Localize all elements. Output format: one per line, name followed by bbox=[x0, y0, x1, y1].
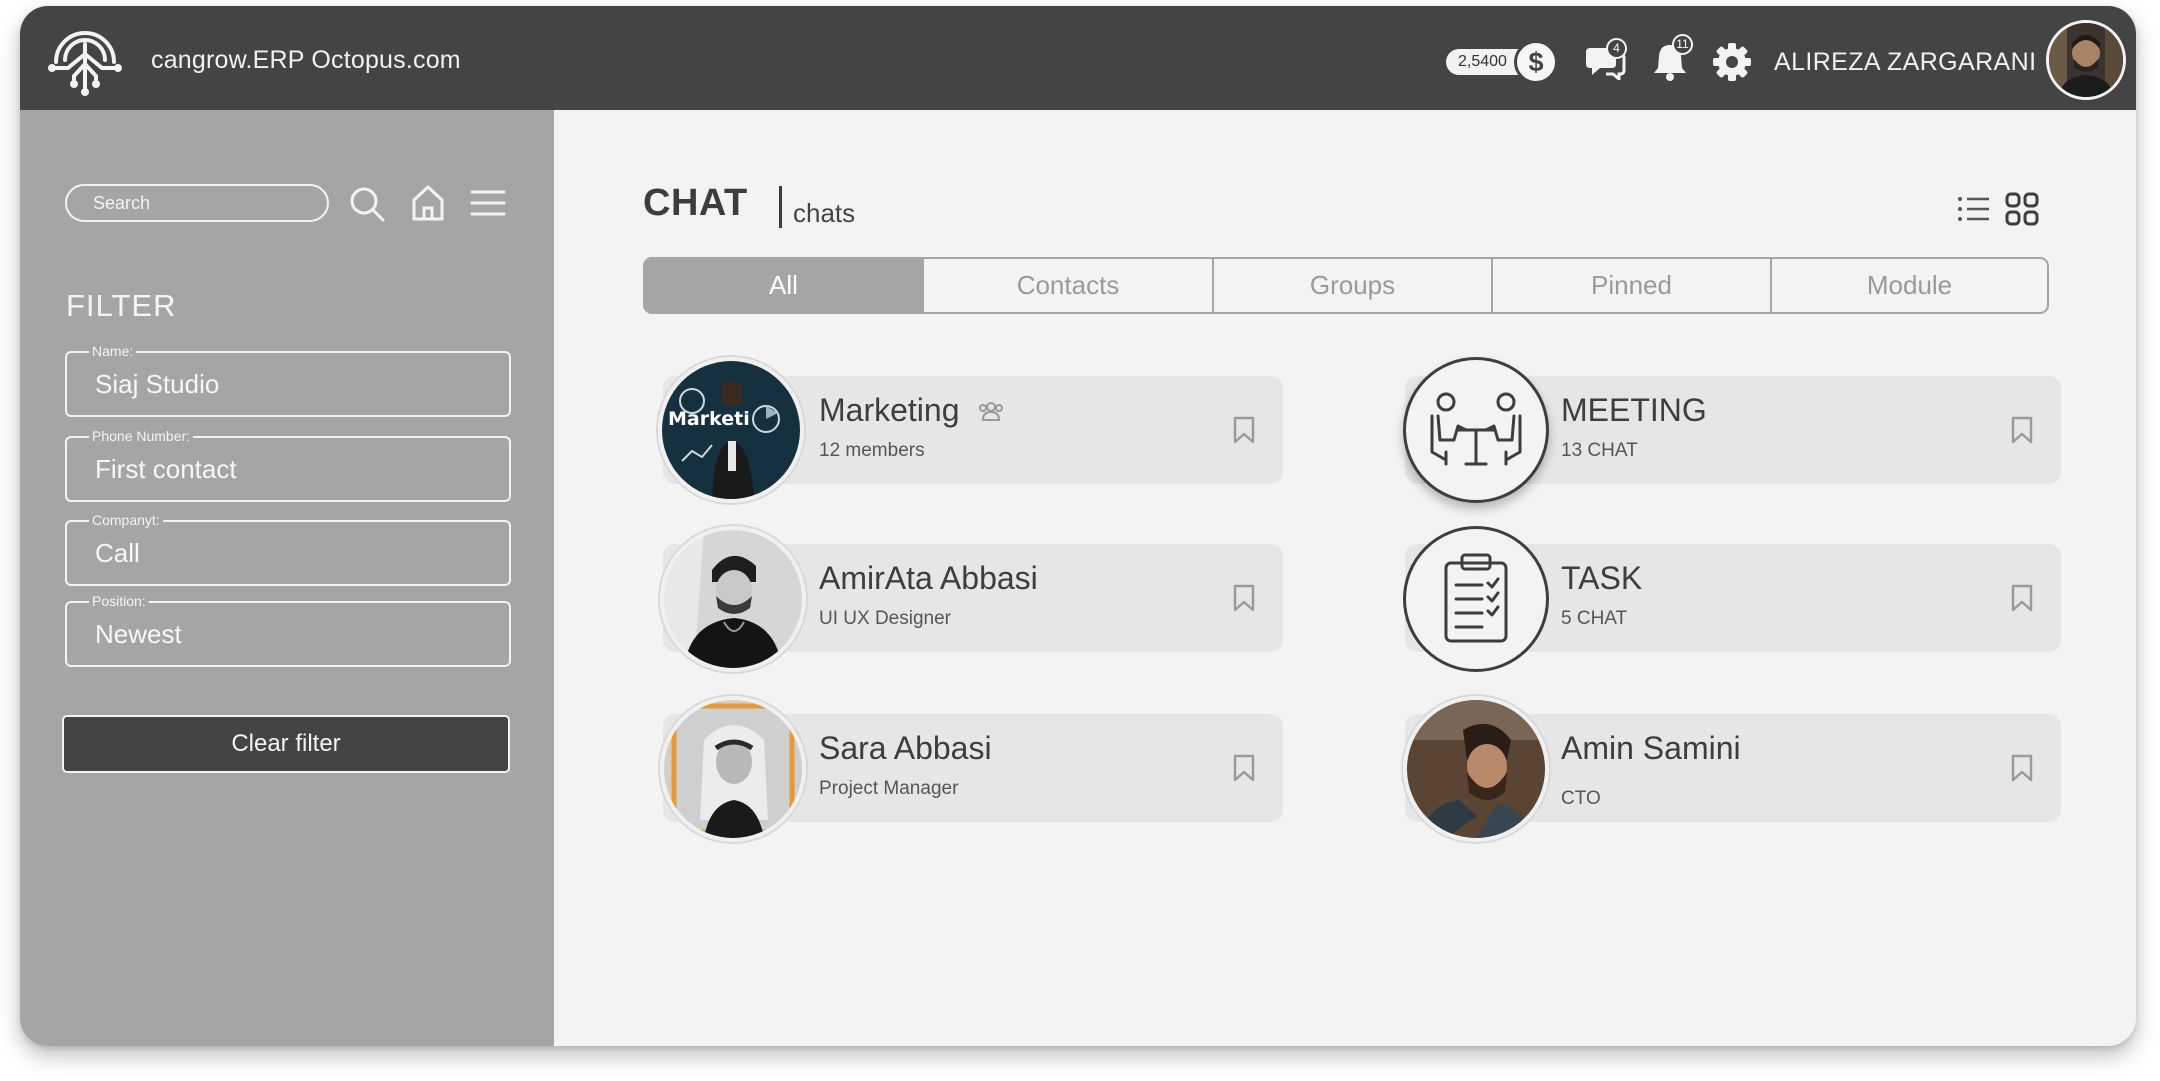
bookmark-icon[interactable] bbox=[2011, 416, 2033, 444]
chat-subtitle: 13 CHAT bbox=[1561, 440, 1638, 461]
menu-icon[interactable] bbox=[470, 188, 506, 218]
page-subtitle: chats bbox=[793, 198, 856, 228]
top-bar: cangrow.ERP Octopus.com 2,5400 $ 4 11 AL… bbox=[20, 6, 2136, 110]
chat-title: TASK bbox=[1561, 560, 1643, 596]
chat-bubbles-icon[interactable]: 4 bbox=[1586, 38, 1627, 83]
brand-name: cangrow.ERP Octopus.com bbox=[151, 46, 461, 74]
notifications-badge: 11 bbox=[1672, 34, 1693, 55]
group-icon bbox=[979, 402, 1003, 421]
company-label: Companyt: bbox=[89, 512, 163, 528]
tab-pinned[interactable]: Pinned bbox=[1493, 259, 1772, 312]
bookmark-icon[interactable] bbox=[1233, 416, 1255, 444]
chat-subtitle: Project Manager bbox=[819, 778, 959, 799]
user-avatar[interactable] bbox=[2046, 20, 2126, 100]
clear-filter-button[interactable]: Clear filter bbox=[62, 715, 510, 773]
chat-subtitle: 5 CHAT bbox=[1561, 608, 1628, 629]
chat-title: Sara Abbasi bbox=[819, 730, 992, 766]
home-icon[interactable] bbox=[410, 184, 446, 222]
position-label: Position: bbox=[89, 593, 149, 609]
sara-avatar[interactable] bbox=[660, 696, 806, 842]
search-input[interactable]: Search bbox=[65, 184, 329, 222]
bookmark-icon[interactable] bbox=[1233, 754, 1255, 782]
bookmark-icon[interactable] bbox=[1233, 584, 1255, 612]
amin-avatar[interactable] bbox=[1403, 696, 1549, 842]
name-field-value: Siaj Studio bbox=[95, 369, 220, 399]
octopus-logo-icon[interactable] bbox=[44, 18, 126, 98]
bookmark-icon[interactable] bbox=[2011, 754, 2033, 782]
phone-number-field[interactable]: Phone Number: First contact bbox=[65, 428, 511, 502]
chat-title: MEETING bbox=[1561, 392, 1707, 428]
meeting-icon[interactable] bbox=[1403, 357, 1549, 503]
page-title: CHAT bbox=[643, 182, 748, 224]
company-value: Call bbox=[95, 538, 140, 568]
search-icon[interactable] bbox=[348, 185, 386, 223]
chat-subtitle: 12 members bbox=[819, 440, 925, 461]
bell-icon[interactable]: 11 bbox=[1652, 34, 1693, 82]
tab-all[interactable]: All bbox=[645, 259, 924, 312]
tab-groups[interactable]: Groups bbox=[1214, 259, 1493, 312]
filter-sidebar: Search FILTER Name: Siaj Studio Phone Nu… bbox=[20, 110, 554, 1046]
list-view-icon[interactable] bbox=[1957, 195, 1991, 223]
chat-subtitle: CTO bbox=[1561, 788, 1601, 809]
filter-title: FILTER bbox=[66, 288, 177, 323]
chat-tabs: All Contacts Groups Pinned Module bbox=[643, 257, 2049, 314]
name-field-label: Name: bbox=[89, 343, 137, 359]
phone-number-value: First contact bbox=[95, 454, 237, 484]
dollar-icon[interactable]: $ bbox=[1514, 40, 1558, 84]
app-window: cangrow.ERP Octopus.com 2,5400 $ 4 11 AL… bbox=[20, 6, 2136, 1046]
company-field[interactable]: Companyt: Call bbox=[65, 512, 511, 586]
tab-contacts[interactable]: Contacts bbox=[924, 259, 1214, 312]
chat-title: Marketing bbox=[819, 392, 960, 428]
grid-view-icon[interactable] bbox=[2005, 192, 2039, 226]
position-field[interactable]: Position: Newest bbox=[65, 593, 511, 667]
chat-subtitle: UI UX Designer bbox=[819, 608, 951, 629]
user-name[interactable]: ALIREZA ZARGARANI bbox=[1774, 48, 2036, 77]
currency-symbol: $ bbox=[1528, 47, 1544, 77]
bookmark-icon[interactable] bbox=[2011, 584, 2033, 612]
chat-title: Amin Samini bbox=[1561, 730, 1741, 766]
gear-icon[interactable] bbox=[1712, 42, 1752, 82]
chat-title: AmirAta Abbasi bbox=[819, 560, 1038, 596]
marketing-avatar[interactable]: Marketi bbox=[658, 357, 804, 503]
tab-module[interactable]: Module bbox=[1772, 259, 2047, 312]
title-divider bbox=[779, 186, 782, 228]
messages-badge: 4 bbox=[1606, 38, 1627, 59]
name-field[interactable]: Name: Siaj Studio bbox=[65, 343, 511, 417]
amirata-avatar[interactable] bbox=[660, 526, 806, 672]
clipboard-icon[interactable] bbox=[1403, 526, 1549, 672]
position-value: Newest bbox=[95, 619, 182, 649]
svg-text:Marketi: Marketi bbox=[668, 408, 750, 430]
phone-number-label: Phone Number: bbox=[89, 428, 194, 444]
